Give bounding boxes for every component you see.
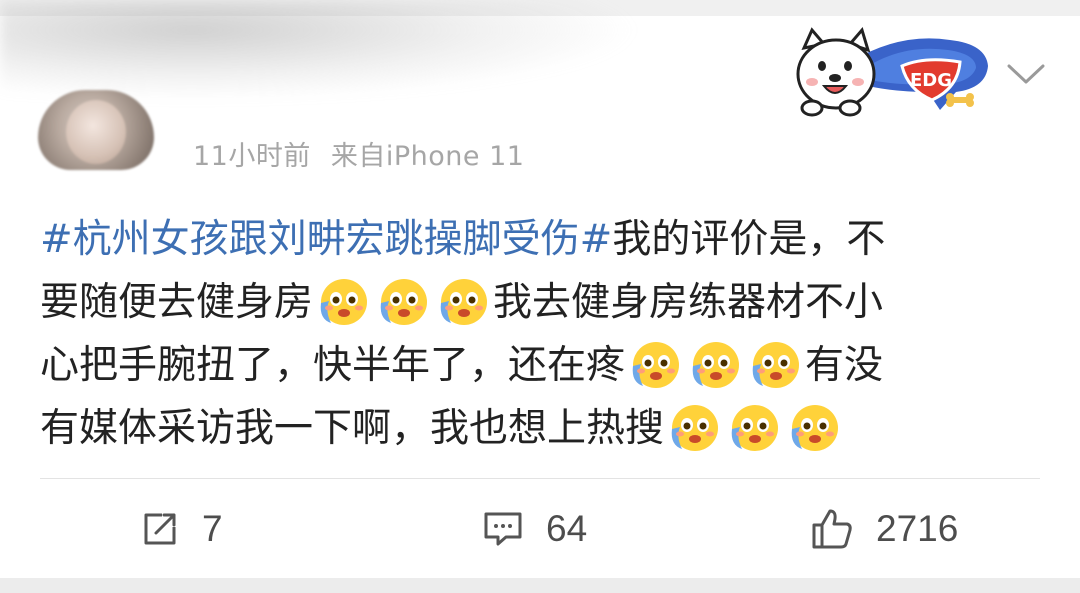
crying-emoji-icon [380,279,428,325]
crying-emoji-icon [440,279,488,325]
content-line-3: 心把手腕扭了，快半年了，还在疼 有没 [40,334,1040,397]
repost-button[interactable]: 7 [140,480,223,578]
content-text-2: 要随便去健身房 [40,280,314,325]
content-text-2b: 我去健身房练器材不小 [493,280,884,325]
repost-icon [144,513,176,545]
content-line-1: #杭州女孩跟刘畊宏跳操脚受伤#我的评价是，不 [40,208,1040,271]
action-bar: 7 64 2716 [0,480,1080,578]
avatar-face [66,100,126,164]
crying-emoji-icon [320,279,368,325]
crying-emoji-icon [752,342,800,388]
crying-emoji-icon [632,342,680,388]
post-time: 11小时前 [193,141,311,172]
like-count: 2716 [876,508,959,549]
crying-emoji-icon [692,342,740,388]
content-line-4: 有媒体采访我一下啊，我也想上热搜 [40,397,1040,460]
post-content: #杭州女孩跟刘畊宏跳操脚受伤#我的评价是，不 要随便去健身房 我去健身房练器材不小… [40,208,1040,460]
crying-emoji-icon [731,405,779,451]
content-line-2: 要随便去健身房 我去健身房练器材不小 [40,271,1040,334]
crying-emoji-icon [791,405,839,451]
comment-icon [484,512,522,546]
avatar[interactable] [38,90,154,170]
weibo-post-card: 11小时前 来自iPhone 11 EDG #杭州女孩跟刘畊宏跳操脚受伤#我的评… [0,0,1080,578]
crying-emoji-icon [671,405,719,451]
comment-button[interactable]: 64 [482,480,587,578]
post-source: 来自iPhone 11 [330,141,525,172]
action-divider [40,478,1040,479]
content-text-1: 我的评价是，不 [612,217,886,262]
like-icon [812,509,852,549]
badge-text: EDG [910,70,952,91]
topic-link[interactable]: #杭州女孩跟刘畊宏跳操脚受伤# [40,217,612,262]
content-text-3: 心把手腕扭了，快半年了，还在疼 [40,343,626,388]
like-button[interactable]: 2716 [810,480,958,578]
comment-count: 64 [546,508,588,549]
content-text-4: 有媒体采访我一下啊，我也想上热搜 [40,406,665,451]
bottom-separator [0,578,1080,593]
dog-mascot-badge[interactable]: EDG [790,26,996,118]
content-text-3b: 有没 [805,343,884,388]
chevron-down-icon[interactable] [1003,60,1049,88]
post-meta: 11小时前 来自iPhone 11 [193,134,524,173]
blurred-header-area [0,0,640,100]
repost-count: 7 [202,508,223,549]
